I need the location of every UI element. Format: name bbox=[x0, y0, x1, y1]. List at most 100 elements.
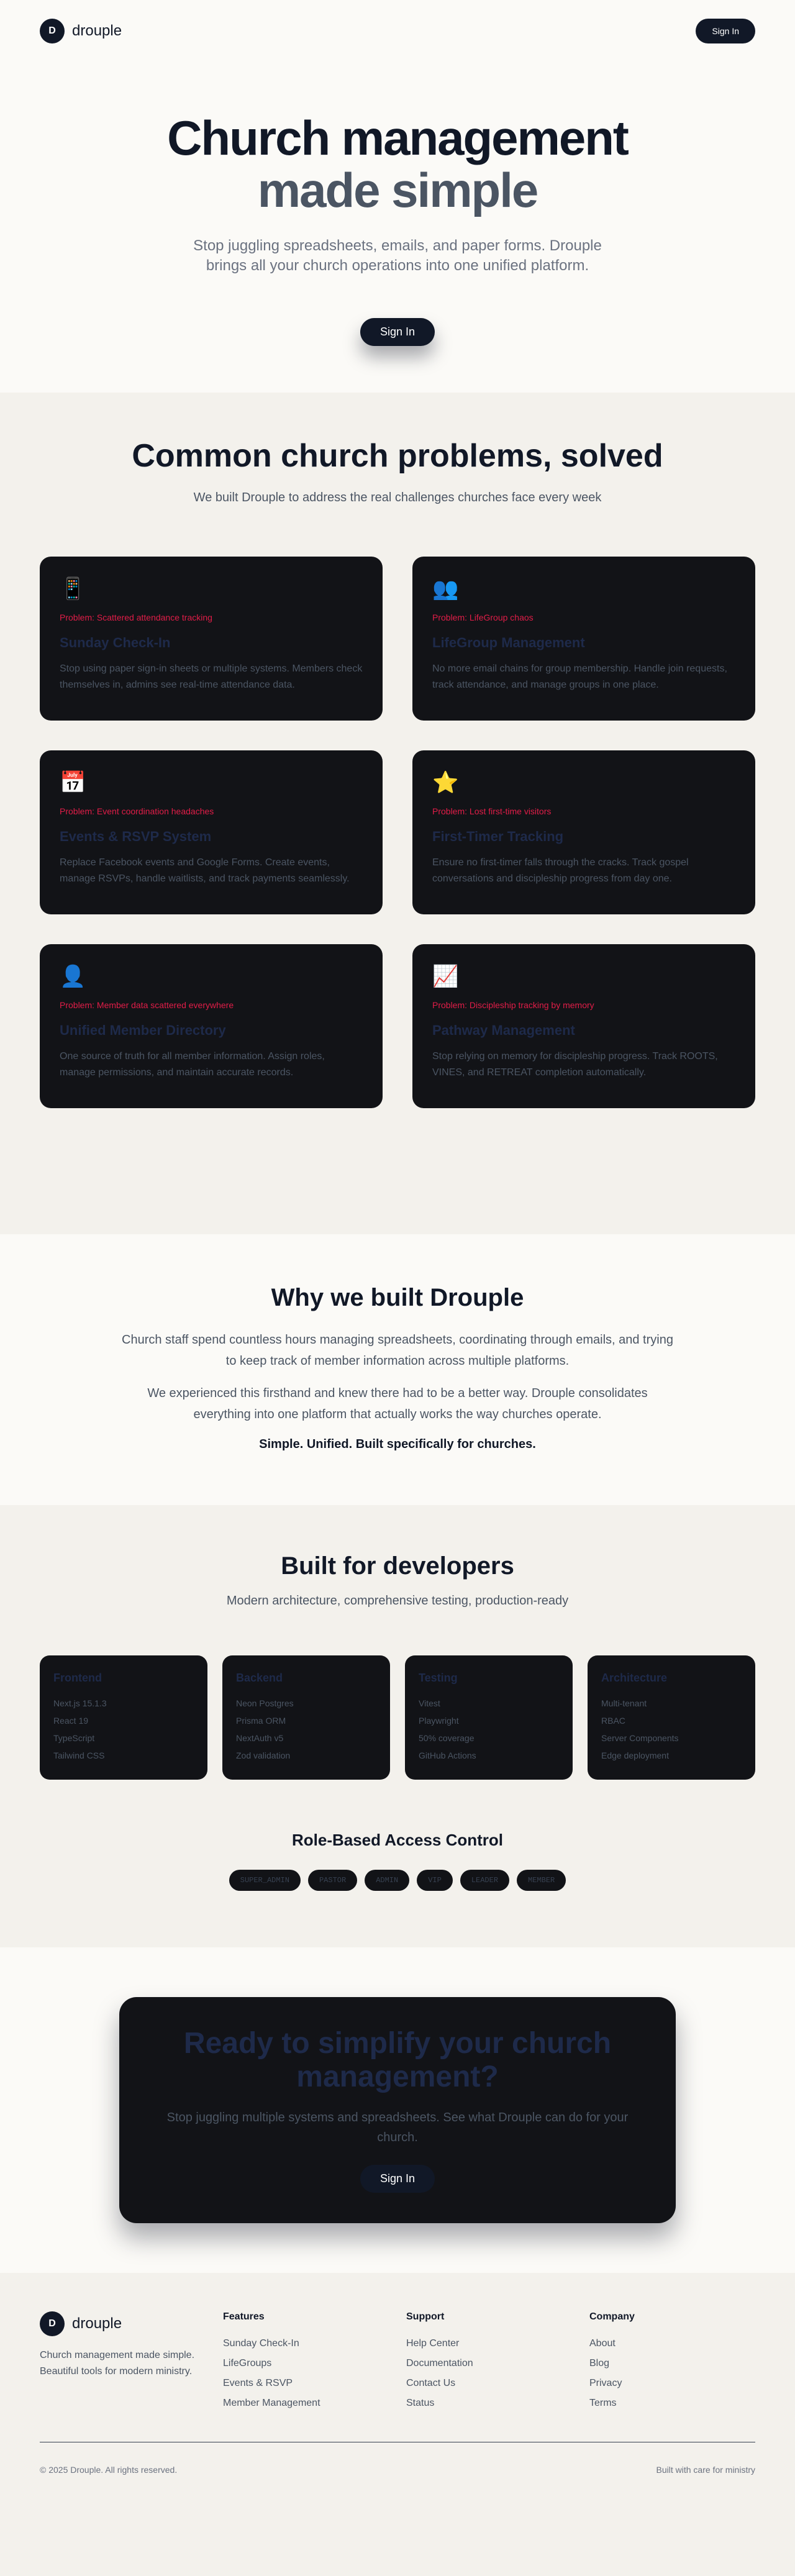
cta-signin-button[interactable]: Sign In bbox=[360, 2165, 435, 2193]
footer-column-support: Support Help Center Documentation Contac… bbox=[406, 2311, 589, 2413]
footer-link[interactable]: Contact Us bbox=[406, 2373, 589, 2393]
why-paragraph-1: Church staff spend countless hours manag… bbox=[122, 1333, 673, 1368]
footer-bottom: © 2025 Drouple. All rights reserved. Bui… bbox=[40, 2465, 755, 2475]
tech-item: TypeScript bbox=[53, 1733, 95, 1743]
footer-column-title: Support bbox=[406, 2311, 445, 2322]
brand-name: drouple bbox=[72, 22, 122, 39]
nav-signin-button[interactable]: Sign In bbox=[696, 19, 755, 43]
tech-item: Next.js 15.1.3 bbox=[53, 1698, 107, 1708]
tech-card: Backend Neon Postgres Prisma ORM NextAut… bbox=[222, 1655, 390, 1780]
footer-link[interactable]: Documentation bbox=[406, 2354, 589, 2373]
hero-subtitle: Stop juggling spreadsheets, emails, and … bbox=[193, 237, 602, 274]
footer-link[interactable]: Blog bbox=[589, 2354, 755, 2373]
footer-link[interactable]: Events & RSVP bbox=[223, 2373, 406, 2393]
hero-title: Church management made simple bbox=[0, 112, 795, 216]
cta-card: Ready to simplify your church management… bbox=[119, 1997, 676, 2223]
problem-card: 📅 Problem: Event coordination headaches … bbox=[40, 750, 383, 914]
rbac-title: Role-Based Access Control bbox=[291, 1831, 504, 1849]
why-paragraph-2: We experienced this firsthand and knew t… bbox=[147, 1386, 648, 1421]
top-nav: D drouple Sign In bbox=[0, 0, 795, 62]
feature-title: Events & RSVP System bbox=[60, 829, 212, 844]
feature-title: Unified Member Directory bbox=[60, 1022, 226, 1038]
feature-title: Pathway Management bbox=[432, 1022, 575, 1038]
problems-title: Common church problems, solved bbox=[132, 438, 663, 474]
tech-card: Frontend Next.js 15.1.3 React 19 TypeScr… bbox=[40, 1655, 207, 1780]
copyright: © 2025 Drouple. All rights reserved. bbox=[40, 2465, 178, 2475]
role-badges: SUPER_ADMIN PASTOR ADMIN VIP LEADER MEMB… bbox=[40, 1870, 755, 1891]
footer-logo[interactable]: D drouple bbox=[40, 2311, 223, 2336]
tech-item: Zod validation bbox=[236, 1750, 291, 1760]
problem-label: Problem: Scattered attendance tracking bbox=[60, 612, 212, 622]
brand-logo[interactable]: D drouple bbox=[40, 19, 122, 43]
role-badge: PASTOR bbox=[307, 1870, 358, 1891]
problem-label: Problem: Member data scattered everywher… bbox=[60, 1000, 234, 1010]
tech-card: Testing Vitest Playwright 50% coverage G… bbox=[405, 1655, 573, 1780]
footer-tagline: Built with care for ministry bbox=[656, 2465, 755, 2475]
problem-card: 👥 Problem: LifeGroup chaos LifeGroup Man… bbox=[412, 557, 755, 721]
mobile-phone-icon: 📱 bbox=[60, 577, 86, 601]
footer-column-title: Company bbox=[589, 2311, 635, 2322]
why-section: Why we built Drouple Church staff spend … bbox=[0, 1234, 795, 1505]
problems-subtitle: We built Drouple to address the real cha… bbox=[193, 491, 602, 504]
tech-item: GitHub Actions bbox=[419, 1750, 476, 1760]
footer-link[interactable]: Privacy bbox=[589, 2373, 755, 2393]
problem-card: 👤 Problem: Member data scattered everywh… bbox=[40, 944, 383, 1108]
feature-description: No more email chains for group membershi… bbox=[432, 663, 727, 690]
tech-item: Server Components bbox=[601, 1733, 679, 1743]
cta-title: Ready to simplify your church management… bbox=[183, 2027, 612, 2093]
problem-label: Problem: Event coordination headaches bbox=[60, 806, 214, 816]
chart-increasing-icon: 📈 bbox=[432, 965, 459, 988]
feature-description: Replace Facebook events and Google Forms… bbox=[60, 857, 350, 884]
role-badge: SUPER_ADMIN bbox=[229, 1870, 301, 1891]
feature-description: Stop relying on memory for discipleship … bbox=[432, 1051, 718, 1078]
role-badge: VIP bbox=[417, 1870, 453, 1891]
developers-subtitle: Modern architecture, comprehensive testi… bbox=[226, 1594, 569, 1608]
brand-name: drouple bbox=[72, 2315, 122, 2332]
footer-link[interactable]: Sunday Check-In bbox=[223, 2334, 406, 2354]
problem-card: ⭐ Problem: Lost first-time visitors Firs… bbox=[412, 750, 755, 914]
developers-title: Built for developers bbox=[281, 1552, 514, 1580]
tech-card-title: Frontend bbox=[53, 1672, 102, 1684]
tech-card-title: Backend bbox=[236, 1672, 283, 1684]
problems-grid: 📱 Problem: Scattered attendance tracking… bbox=[40, 557, 755, 1108]
problems-section: Common church problems, solved We built … bbox=[0, 393, 795, 1234]
footer-link[interactable]: Status bbox=[406, 2393, 589, 2413]
star-icon: ⭐ bbox=[432, 771, 459, 794]
why-tagline: Simple. Unified. Built specifically for … bbox=[259, 1437, 536, 1451]
tech-card-title: Testing bbox=[419, 1672, 458, 1684]
footer-link[interactable]: Terms bbox=[589, 2393, 755, 2413]
problem-label: Problem: Discipleship tracking by memory bbox=[432, 1000, 594, 1010]
role-badge: ADMIN bbox=[365, 1870, 410, 1891]
tech-item: Neon Postgres bbox=[236, 1698, 294, 1708]
problem-card: 📱 Problem: Scattered attendance tracking… bbox=[40, 557, 383, 721]
footer: D drouple Church management made simple.… bbox=[0, 2273, 795, 2576]
cta-section: Ready to simplify your church management… bbox=[0, 1947, 795, 2273]
problem-label: Problem: LifeGroup chaos bbox=[432, 612, 534, 622]
feature-title: First-Timer Tracking bbox=[432, 829, 564, 844]
tech-item: NextAuth v5 bbox=[236, 1733, 284, 1743]
footer-description: Church management made simple. Beautiful… bbox=[40, 2350, 195, 2377]
feature-description: One source of truth for all member infor… bbox=[60, 1051, 325, 1078]
people-icon: 👥 bbox=[432, 577, 459, 601]
footer-link[interactable]: About bbox=[589, 2334, 755, 2354]
calendar-icon: 📅 bbox=[60, 771, 86, 794]
tech-item: Edge deployment bbox=[601, 1750, 669, 1760]
footer-link[interactable]: Member Management bbox=[223, 2393, 406, 2413]
footer-link[interactable]: LifeGroups bbox=[223, 2354, 406, 2373]
hero-section: Church management made simple Stop juggl… bbox=[0, 62, 795, 393]
tech-item: Playwright bbox=[419, 1716, 459, 1726]
footer-brand: D drouple Church management made simple.… bbox=[40, 2311, 223, 2413]
logo-mark: D bbox=[40, 19, 65, 43]
footer-link[interactable]: Help Center bbox=[406, 2334, 589, 2354]
hero-signin-button[interactable]: Sign In bbox=[360, 318, 435, 346]
role-badge: MEMBER bbox=[517, 1870, 566, 1891]
hero-title-line1: Church management bbox=[167, 111, 629, 165]
feature-description: Stop using paper sign-in sheets or multi… bbox=[60, 663, 363, 690]
tech-item: RBAC bbox=[601, 1716, 625, 1726]
tech-item: 50% coverage bbox=[419, 1733, 475, 1743]
tech-item: Prisma ORM bbox=[236, 1716, 286, 1726]
cta-text: Stop juggling multiple systems and sprea… bbox=[166, 2111, 629, 2144]
tech-item: Vitest bbox=[419, 1698, 440, 1708]
footer-column-features: Features Sunday Check-In LifeGroups Even… bbox=[223, 2311, 406, 2413]
role-badge: LEADER bbox=[460, 1870, 510, 1891]
